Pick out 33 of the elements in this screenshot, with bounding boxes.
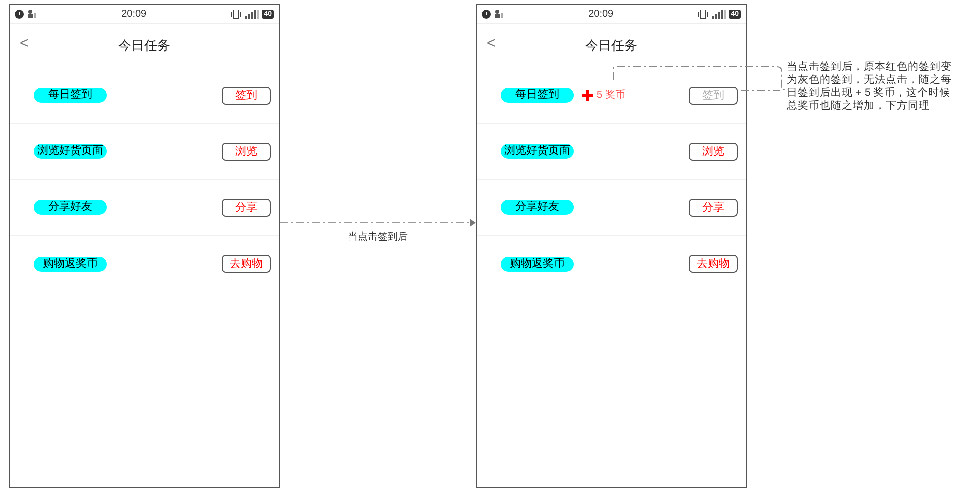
vibrate-icon [698, 10, 710, 18]
task-label: 浏览好货页面 [501, 144, 574, 159]
task-label: 购物返奖币 [501, 256, 574, 272]
alert-icon [15, 10, 24, 18]
person-icon [27, 10, 37, 18]
back-button[interactable]: < [20, 36, 29, 52]
task-label: 每日签到 [501, 88, 574, 103]
signal-icon [245, 10, 260, 18]
person-icon [494, 10, 504, 18]
task-button[interactable]: 浏览 [222, 142, 271, 160]
vibrate-icon [231, 10, 242, 18]
page-title: 今日任务 [118, 37, 170, 56]
task-label: 分享好友 [501, 200, 574, 215]
task-button[interactable]: 去购物 [222, 255, 271, 273]
task-label: 购物返奖币 [34, 256, 107, 272]
status-time: 20:09 [588, 8, 615, 22]
task-button[interactable]: 去购物 [689, 255, 738, 273]
plus-icon [582, 90, 593, 101]
alert-icon [482, 10, 491, 18]
task-button[interactable]: 签到 [222, 86, 271, 104]
back-button[interactable]: < [487, 36, 496, 52]
task-label: 每日签到 [34, 88, 107, 103]
task-button[interactable]: 分享 [689, 198, 738, 216]
transition-label: 当点击签到后 [348, 230, 408, 245]
reward-text: 5 奖币 [597, 88, 626, 103]
task-label: 分享好友 [34, 200, 107, 215]
task-button[interactable]: 分享 [222, 198, 271, 216]
signal-icon [712, 10, 726, 18]
task-button[interactable]: 浏览 [689, 142, 738, 160]
task-label: 浏览好货页面 [34, 144, 107, 159]
page-title: 今日任务 [586, 37, 638, 56]
status-time: 20:09 [120, 8, 148, 22]
annotation-note: 当点击签到后，原本红色的签到变为灰色的签到，无法点击，随之每日签到后出现 + 5 奖币，这个时候总奖币也随之增加，下方同理 [787, 61, 953, 113]
